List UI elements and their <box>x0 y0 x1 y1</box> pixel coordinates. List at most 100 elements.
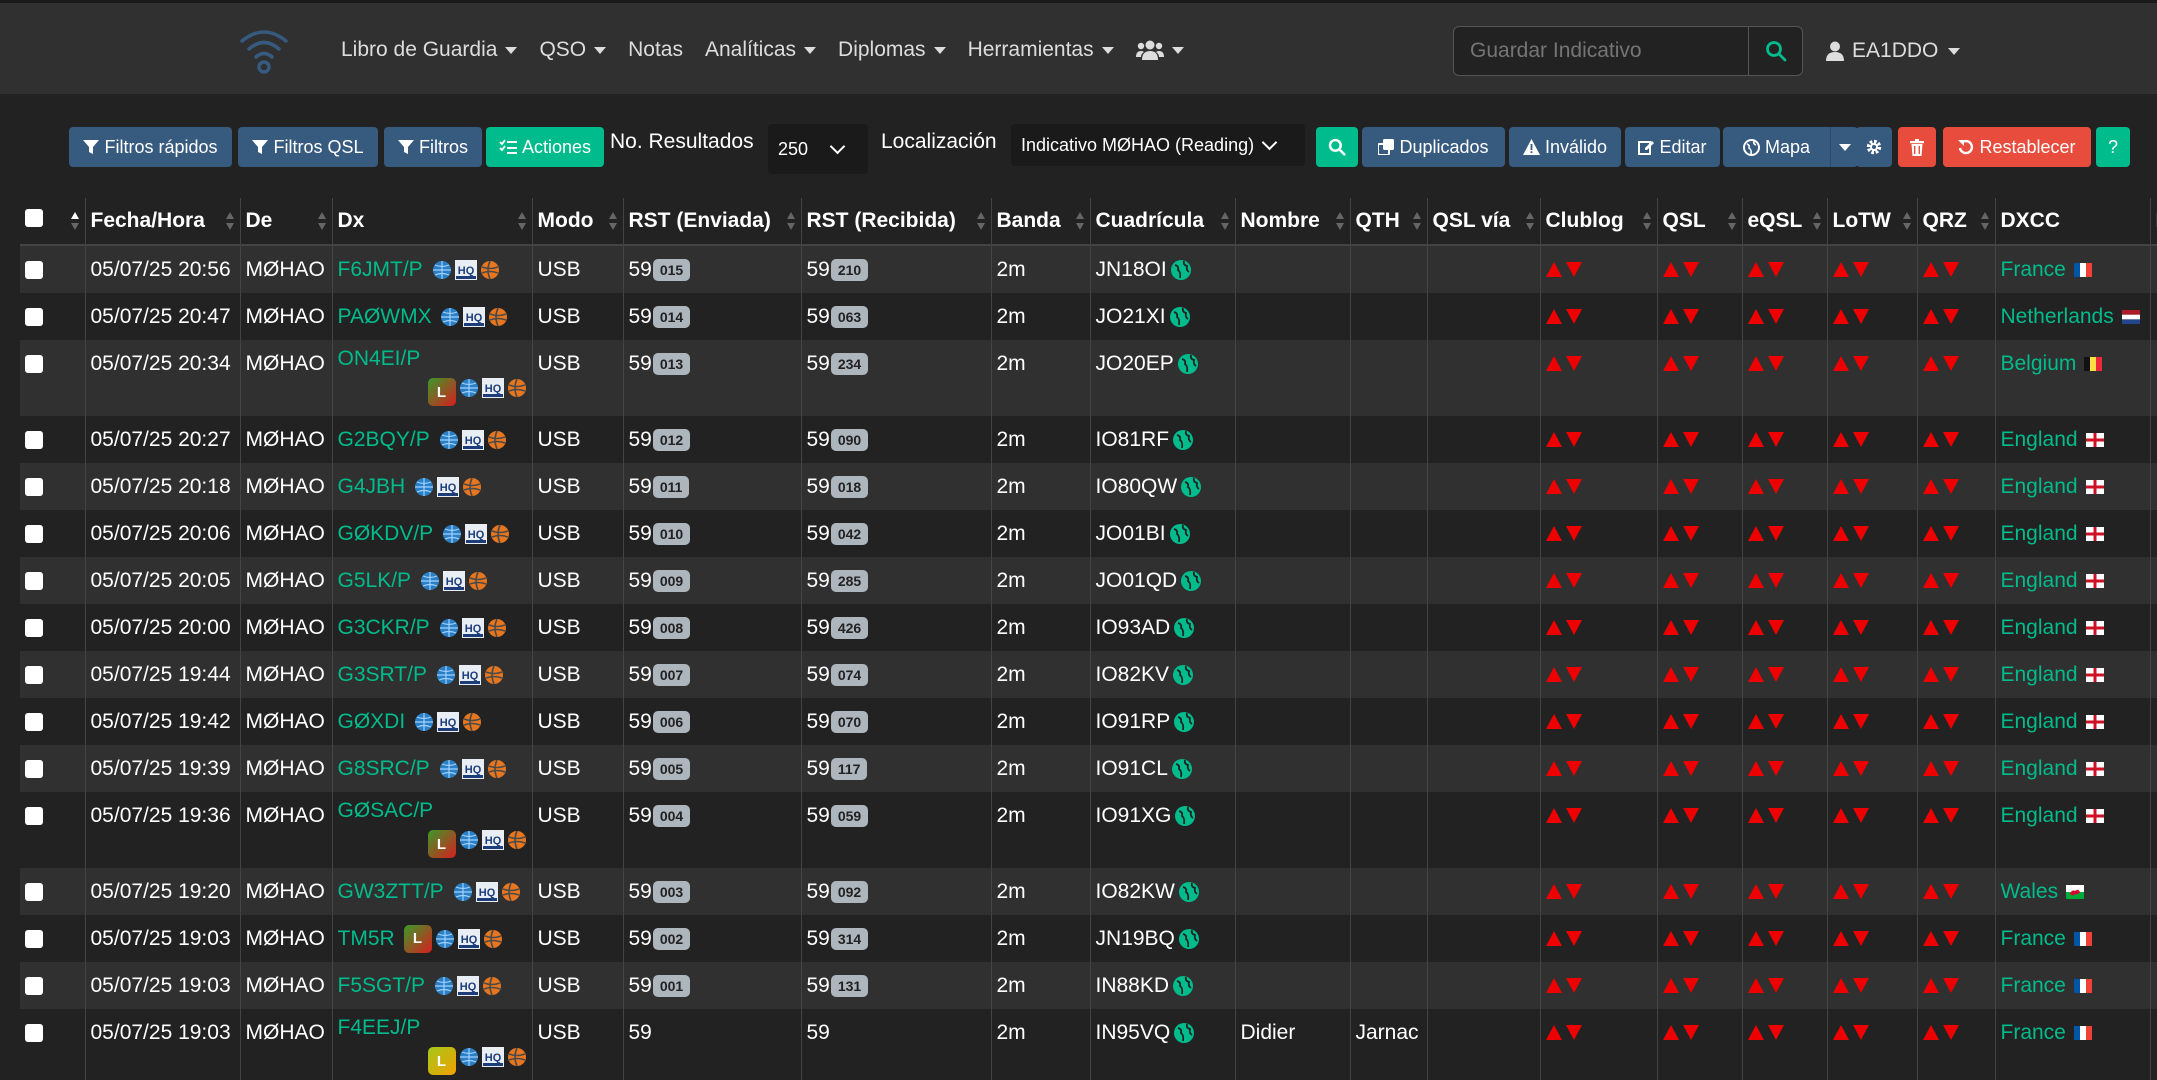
qsl-sent-arrow-icon[interactable] <box>1832 884 1849 899</box>
hamqth-icon[interactable]: HQ <box>463 306 486 327</box>
sort-icon[interactable] <box>1812 211 1821 231</box>
qsl-sent-arrow-icon[interactable] <box>1922 714 1939 729</box>
sort-icon[interactable] <box>517 211 526 231</box>
qsl-received-arrow-icon[interactable] <box>1682 808 1699 823</box>
qsl-received-arrow-icon[interactable] <box>1767 479 1784 494</box>
dxcc-link[interactable]: England <box>2001 663 2078 687</box>
qsl-sent-arrow-icon[interactable] <box>1832 761 1849 776</box>
dxcc-link[interactable]: England <box>2001 475 2078 499</box>
qsl-received-arrow-icon[interactable] <box>1942 620 1959 635</box>
row-checkbox[interactable] <box>25 307 43 326</box>
dxcc-link[interactable]: France <box>2001 258 2066 282</box>
qsl-received-arrow-icon[interactable] <box>1852 356 1869 371</box>
grid-globe-icon[interactable] <box>1171 758 1193 780</box>
grid-globe-icon[interactable] <box>1178 928 1200 950</box>
qsl-sent-arrow-icon[interactable] <box>1545 262 1562 277</box>
qsl-sent-arrow-icon[interactable] <box>1662 884 1679 899</box>
row-checkbox[interactable] <box>25 665 43 684</box>
qsl-sent-arrow-icon[interactable] <box>1747 526 1764 541</box>
qsl-received-arrow-icon[interactable] <box>1565 1025 1582 1040</box>
dx-callsign-link[interactable]: G4JBH <box>338 475 406 499</box>
qsl-received-arrow-icon[interactable] <box>1682 309 1699 324</box>
qsl-sent-arrow-icon[interactable] <box>1747 667 1764 682</box>
qsl-received-arrow-icon[interactable] <box>1942 573 1959 588</box>
qsl-sent-arrow-icon[interactable] <box>1832 931 1849 946</box>
qsl-received-arrow-icon[interactable] <box>1682 479 1699 494</box>
qsl-received-arrow-icon[interactable] <box>1852 573 1869 588</box>
qsl-received-arrow-icon[interactable] <box>1682 761 1699 776</box>
row-checkbox[interactable] <box>25 806 43 825</box>
qsl-sent-arrow-icon[interactable] <box>1662 620 1679 635</box>
qsl-received-arrow-icon[interactable] <box>1565 573 1582 588</box>
table-row[interactable]: 05/07/25 19:44 MØHAO G3SRT/P HQ USB 59 007 59 0… <box>20 651 2157 698</box>
qrz-globe-icon[interactable] <box>439 430 459 450</box>
qsl-sent-arrow-icon[interactable] <box>1832 479 1849 494</box>
dxcc-link[interactable]: England <box>2001 710 2078 734</box>
qsl-sent-arrow-icon[interactable] <box>1545 1025 1562 1040</box>
clublog-ball-icon[interactable] <box>487 759 507 779</box>
qsl-sent-arrow-icon[interactable] <box>1747 761 1764 776</box>
qsl-received-arrow-icon[interactable] <box>1767 931 1784 946</box>
qrz-globe-icon[interactable] <box>414 477 434 497</box>
qsl-received-arrow-icon[interactable] <box>1942 356 1959 371</box>
lotw-icon[interactable]: L <box>427 378 456 406</box>
qsl-received-arrow-icon[interactable] <box>1565 667 1582 682</box>
qsl-received-arrow-icon[interactable] <box>1852 262 1869 277</box>
table-row[interactable]: 05/07/25 20:18 MØHAO G4JBH HQ USB 59 011 59 018… <box>20 463 2157 510</box>
clublog-ball-icon[interactable] <box>507 1047 527 1067</box>
qsl-received-arrow-icon[interactable] <box>1852 931 1869 946</box>
table-row[interactable]: 05/07/25 19:03 MØHAO TM5R L HQ USB 59 002 59 314… <box>20 915 2157 962</box>
sort-icon[interactable] <box>70 211 79 231</box>
nav-menu-item[interactable]: Diplomas <box>827 38 957 62</box>
qsl-received-arrow-icon[interactable] <box>1565 978 1582 993</box>
column-header[interactable]: De <box>240 198 333 246</box>
map-dropdown-toggle[interactable] <box>1830 127 1858 167</box>
hamqth-icon[interactable]: HQ <box>461 617 484 638</box>
row-checkbox[interactable] <box>25 430 43 449</box>
quick-filters-button[interactable]: Filtros rápidos <box>69 127 232 167</box>
map-button[interactable]: Mapa <box>1723 127 1830 167</box>
column-header[interactable]: Fecha/Hora <box>85 198 241 246</box>
qsl-received-arrow-icon[interactable] <box>1682 714 1699 729</box>
grid-globe-icon[interactable] <box>1178 881 1200 903</box>
grid-globe-icon[interactable] <box>1169 523 1191 545</box>
qsl-sent-arrow-icon[interactable] <box>1832 356 1849 371</box>
dxcc-link[interactable]: France <box>2001 1021 2066 1045</box>
qsl-sent-arrow-icon[interactable] <box>1832 1025 1849 1040</box>
qsl-sent-arrow-icon[interactable] <box>1747 479 1764 494</box>
grid-globe-icon[interactable] <box>1173 711 1195 733</box>
table-row[interactable]: 05/07/25 20:47 MØHAO PAØWMX HQ USB 59 014 59 06… <box>20 293 2157 340</box>
qsl-received-arrow-icon[interactable] <box>1767 978 1784 993</box>
actions-button[interactable]: Actiones <box>486 127 604 167</box>
qsl-received-arrow-icon[interactable] <box>1942 309 1959 324</box>
grid-globe-icon[interactable] <box>1170 259 1192 281</box>
qsl-sent-arrow-icon[interactable] <box>1545 309 1562 324</box>
qsl-sent-arrow-icon[interactable] <box>1545 884 1562 899</box>
grid-globe-icon[interactable] <box>1172 429 1194 451</box>
sort-icon[interactable] <box>1075 211 1084 231</box>
qsl-sent-arrow-icon[interactable] <box>1832 432 1849 447</box>
dx-callsign-link[interactable]: G3CKR/P <box>338 616 430 640</box>
dx-callsign-link[interactable]: F4EEJ/P <box>338 1016 421 1040</box>
sort-icon[interactable] <box>1220 211 1229 231</box>
clublog-ball-icon[interactable] <box>501 882 521 902</box>
row-checkbox[interactable] <box>25 571 43 590</box>
qsl-sent-arrow-icon[interactable] <box>1662 1025 1679 1040</box>
qrz-globe-icon[interactable] <box>434 976 454 996</box>
qsl-sent-arrow-icon[interactable] <box>1922 667 1939 682</box>
qrz-globe-icon[interactable] <box>453 882 473 902</box>
hamqth-icon[interactable]: HQ <box>454 259 477 280</box>
column-header[interactable]: Clublog <box>1540 198 1658 246</box>
qsl-received-arrow-icon[interactable] <box>1682 1025 1699 1040</box>
qsl-sent-arrow-icon[interactable] <box>1662 761 1679 776</box>
table-row[interactable]: 05/07/25 20:34 MØHAO ON4EI/P L HQ USB 59 013 59 2… <box>20 340 2157 416</box>
qsl-received-arrow-icon[interactable] <box>1565 262 1582 277</box>
clublog-ball-icon[interactable] <box>487 430 507 450</box>
qsl-received-arrow-icon[interactable] <box>1852 1025 1869 1040</box>
row-checkbox[interactable] <box>25 882 43 901</box>
qsl-sent-arrow-icon[interactable] <box>1545 573 1562 588</box>
qsl-received-arrow-icon[interactable] <box>1942 667 1959 682</box>
sort-icon[interactable] <box>317 211 326 231</box>
hamqth-icon[interactable]: HQ <box>461 758 484 779</box>
sort-icon[interactable] <box>1980 211 1989 231</box>
